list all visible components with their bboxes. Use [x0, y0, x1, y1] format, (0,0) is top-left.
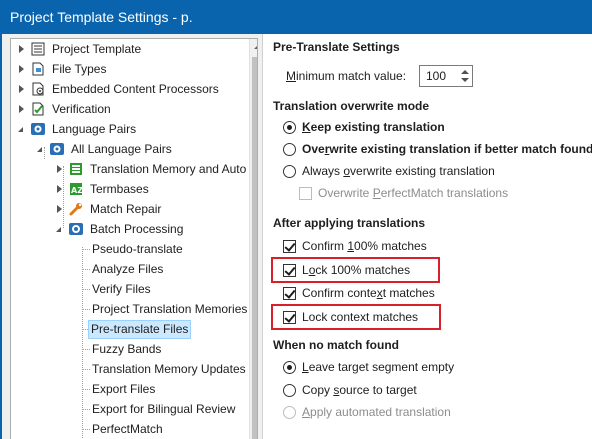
tree-item-label: Fuzzy Bands [92, 342, 162, 356]
expand-chevron-icon[interactable] [17, 99, 27, 119]
settings-tree[interactable]: Project Template File Types Embedded Con… [10, 38, 258, 439]
svg-text:AZ: AZ [71, 186, 83, 195]
minimum-match-stepper[interactable]: 100 [419, 65, 473, 87]
tree-item-export-bilingual-review[interactable]: Export for Bilingual Review [90, 399, 237, 419]
tree-item-label: Language Pairs [52, 122, 137, 136]
radio-overwrite-if-better[interactable]: Overwrite existing translation if better… [283, 142, 592, 156]
expand-chevron-icon[interactable] [17, 39, 27, 59]
tree-item-label: Translation Memory Updates [92, 362, 246, 376]
tree-item-label: Export for Bilingual Review [92, 402, 236, 416]
tree-item-file-types[interactable]: File Types [17, 59, 108, 79]
tree-item-language-pairs[interactable]: Language Pairs [17, 119, 138, 139]
overwrite-mode-heading: Translation overwrite mode [273, 99, 430, 113]
spin-down-icon[interactable] [458, 66, 472, 86]
tree-item-termbases[interactable]: AZ Termbases [55, 179, 151, 199]
tree-item-analyze-files[interactable]: Analyze Files [90, 259, 165, 279]
collapse-chevron-icon[interactable] [17, 119, 27, 139]
settings-list-icon [31, 42, 45, 56]
termbase-icon: AZ [69, 182, 83, 196]
no-match-heading: When no match found [273, 338, 399, 352]
checkbox[interactable] [299, 186, 312, 200]
expand-chevron-icon[interactable] [55, 159, 65, 179]
tree-item-label: Verification [52, 102, 111, 116]
tree-item-label: File Types [52, 62, 107, 76]
tree-item-label: Project Translation Memories [92, 302, 248, 316]
tree-item-fuzzy-bands[interactable]: Fuzzy Bands [90, 339, 163, 359]
tree-item-pre-translate-files[interactable]: Pre-translate Files [88, 319, 192, 339]
checkbox-confirm-context[interactable]: Confirm context matches [283, 286, 435, 300]
window-frame [0, 34, 2, 439]
tree-item-label: Verify Files [92, 282, 151, 296]
tree-item-pseudo-translate[interactable]: Pseudo-translate [90, 239, 185, 259]
pre-translate-settings-panel: Pre-Translate Settings Minimum match val… [262, 34, 592, 439]
tree-item-label: All Language Pairs [71, 142, 172, 156]
radio-button[interactable] [283, 120, 296, 134]
file-types-icon [31, 62, 45, 76]
after-applying-heading: After applying translations [273, 216, 426, 230]
tree-item-label: Embedded Content Processors [52, 82, 219, 96]
panel-title: Pre-Translate Settings [273, 40, 400, 54]
tree-item-label: Pseudo-translate [92, 242, 183, 256]
radio-keep-existing[interactable]: Keep existing translation [283, 120, 445, 134]
expand-chevron-icon[interactable] [17, 79, 27, 99]
wrench-icon [69, 202, 83, 216]
tree-item-export-files[interactable]: Export Files [90, 379, 157, 399]
radio-button[interactable] [283, 383, 296, 397]
collapse-chevron-icon[interactable] [55, 219, 65, 239]
expand-chevron-icon[interactable] [17, 59, 27, 79]
checkbox-lock-100[interactable]: Lock 100% matches [283, 263, 410, 277]
minimum-match-label: Minimum match value: [286, 69, 407, 83]
checkbox[interactable] [283, 286, 296, 300]
checkbox-lock-context[interactable]: Lock context matches [283, 310, 418, 324]
radio-button[interactable] [283, 142, 296, 156]
tree-item-label: PerfectMatch [92, 422, 163, 436]
scrollbar-thumb[interactable] [252, 57, 257, 439]
checkbox[interactable] [283, 239, 296, 253]
tree-item-label: Pre-translate Files [88, 319, 192, 339]
tree-item-label: Translation Memory and Auto [90, 162, 247, 176]
radio-leave-empty[interactable]: Leave target segment empty [283, 360, 454, 374]
radio-button[interactable] [283, 360, 296, 374]
radio-always-overwrite[interactable]: Always overwrite existing translation [283, 164, 495, 178]
verification-icon [31, 102, 45, 116]
tree-item-label: Export Files [92, 382, 156, 396]
language-pairs-icon [31, 122, 45, 136]
expand-chevron-icon[interactable] [55, 179, 65, 199]
tree-item-embedded-content-processors[interactable]: Embedded Content Processors [17, 79, 221, 99]
tree-item-batch-processing[interactable]: Batch Processing [55, 219, 185, 239]
checkbox-confirm-100[interactable]: Confirm 100% matches [283, 239, 427, 253]
checkbox[interactable] [283, 263, 296, 277]
tree-item-all-language-pairs[interactable]: All Language Pairs [36, 139, 174, 159]
translation-memory-icon [69, 162, 83, 176]
tree-item-label: Analyze Files [92, 262, 164, 276]
tree-item-label: Project Template [52, 42, 142, 56]
radio-copy-source[interactable]: Copy source to target [283, 383, 417, 397]
window-title-bar[interactable]: Project Template Settings - p. [0, 0, 592, 34]
tree-item-perfectmatch[interactable]: PerfectMatch [90, 419, 165, 439]
scroll-up-icon[interactable] [250, 39, 257, 56]
embedded-content-icon [31, 82, 45, 96]
tree-item-translation-memory[interactable]: Translation Memory and Auto [55, 159, 248, 179]
expand-chevron-icon[interactable] [55, 199, 65, 219]
tree-item-project-template[interactable]: Project Template [17, 39, 143, 59]
radio-button[interactable] [283, 164, 296, 178]
radio-button[interactable] [283, 405, 296, 419]
collapse-chevron-icon[interactable] [36, 139, 46, 159]
tree-item-verification[interactable]: Verification [17, 99, 113, 119]
tree-item-verify-files[interactable]: Verify Files [90, 279, 153, 299]
radio-apply-automated[interactable]: Apply automated translation [283, 405, 451, 419]
tree-item-translation-memory-updates[interactable]: Translation Memory Updates [90, 359, 248, 379]
tree-scrollbar[interactable] [249, 39, 257, 439]
tree-item-project-translation-memories[interactable]: Project Translation Memories [90, 299, 249, 319]
checkbox[interactable] [283, 310, 296, 324]
tree-item-label: Termbases [90, 182, 149, 196]
window-title: Project Template Settings - p. [10, 9, 193, 25]
tree-item-match-repair[interactable]: Match Repair [55, 199, 163, 219]
batch-processing-icon [69, 222, 83, 236]
checkbox-overwrite-perfectmatch[interactable]: Overwrite PerfectMatch translations [299, 186, 508, 200]
language-pair-icon [50, 142, 64, 156]
minimum-match-value[interactable]: 100 [426, 69, 446, 83]
tree-item-label: Match Repair [90, 202, 162, 216]
tree-item-label: Batch Processing [90, 222, 184, 236]
